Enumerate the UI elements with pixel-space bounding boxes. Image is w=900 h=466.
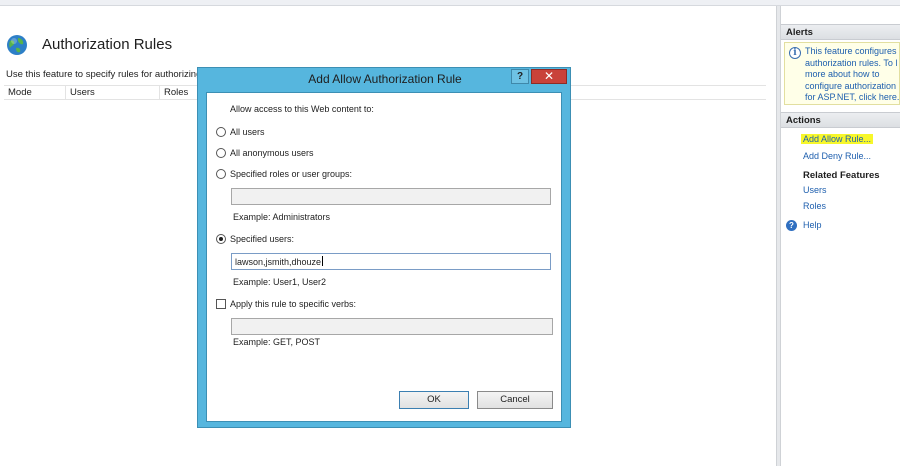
label-verbs[interactable]: Apply this rule to specific verbs: — [230, 299, 356, 309]
access-prompt: Allow access to this Web content to: — [230, 104, 374, 114]
globe-icon — [7, 35, 27, 55]
roles-link[interactable]: Roles — [803, 201, 826, 211]
column-mode[interactable]: Mode — [4, 86, 66, 100]
info-icon: i — [789, 47, 801, 59]
ok-button[interactable]: OK — [399, 391, 469, 409]
help-link[interactable]: Help — [803, 220, 822, 230]
dialog-body: Allow access to this Web content to: All… — [206, 92, 562, 422]
users-link[interactable]: Users — [803, 185, 827, 195]
users-example: Example: User1, User2 — [233, 277, 327, 287]
add-deny-rule-link[interactable]: Add Deny Rule... — [803, 151, 871, 161]
page-title: Authorization Rules — [42, 36, 173, 53]
radio-anonymous-users[interactable] — [216, 148, 226, 158]
help-icon: ? — [786, 220, 797, 231]
verbs-checkbox[interactable] — [216, 299, 226, 309]
add-allow-rule-link[interactable]: Add Allow Rule... — [801, 134, 874, 144]
label-anonymous-users[interactable]: All anonymous users — [230, 148, 314, 158]
label-specified-roles[interactable]: Specified roles or user groups: — [230, 169, 352, 179]
add-allow-rule-dialog: Add Allow Authorization Rule ? ✕ Allow a… — [197, 67, 571, 428]
verbs-example: Example: GET, POST — [233, 337, 321, 347]
page-description: Use this feature to specify rules for au… — [6, 69, 198, 80]
related-features-header: Related Features — [803, 170, 880, 181]
dialog-close-button[interactable]: ✕ — [531, 69, 567, 84]
verbs-input[interactable] — [231, 318, 553, 335]
label-specified-users[interactable]: Specified users: — [230, 234, 294, 244]
dialog-help-button[interactable]: ? — [511, 69, 529, 84]
roles-input[interactable] — [231, 188, 551, 205]
users-input-value: lawson,jsmith,dhouze — [235, 256, 324, 267]
actions-pane: Alerts i This feature configures authori… — [781, 20, 900, 466]
text-caret — [322, 256, 324, 266]
radio-specified-users[interactable] — [216, 234, 226, 244]
radio-all-users[interactable] — [216, 127, 226, 137]
actions-header: Actions — [781, 112, 900, 128]
alerts-header: Alerts — [781, 24, 900, 40]
users-input[interactable]: lawson,jsmith,dhouze — [231, 253, 551, 270]
label-all-users[interactable]: All users — [230, 127, 265, 137]
column-users[interactable]: Users — [66, 86, 160, 100]
roles-example: Example: Administrators — [233, 212, 331, 222]
radio-specified-roles[interactable] — [216, 169, 226, 179]
alert-box: i This feature configures authorization … — [784, 42, 900, 105]
cancel-button[interactable]: Cancel — [477, 391, 553, 409]
alert-message-link[interactable]: This feature configures authorization ru… — [805, 46, 900, 104]
